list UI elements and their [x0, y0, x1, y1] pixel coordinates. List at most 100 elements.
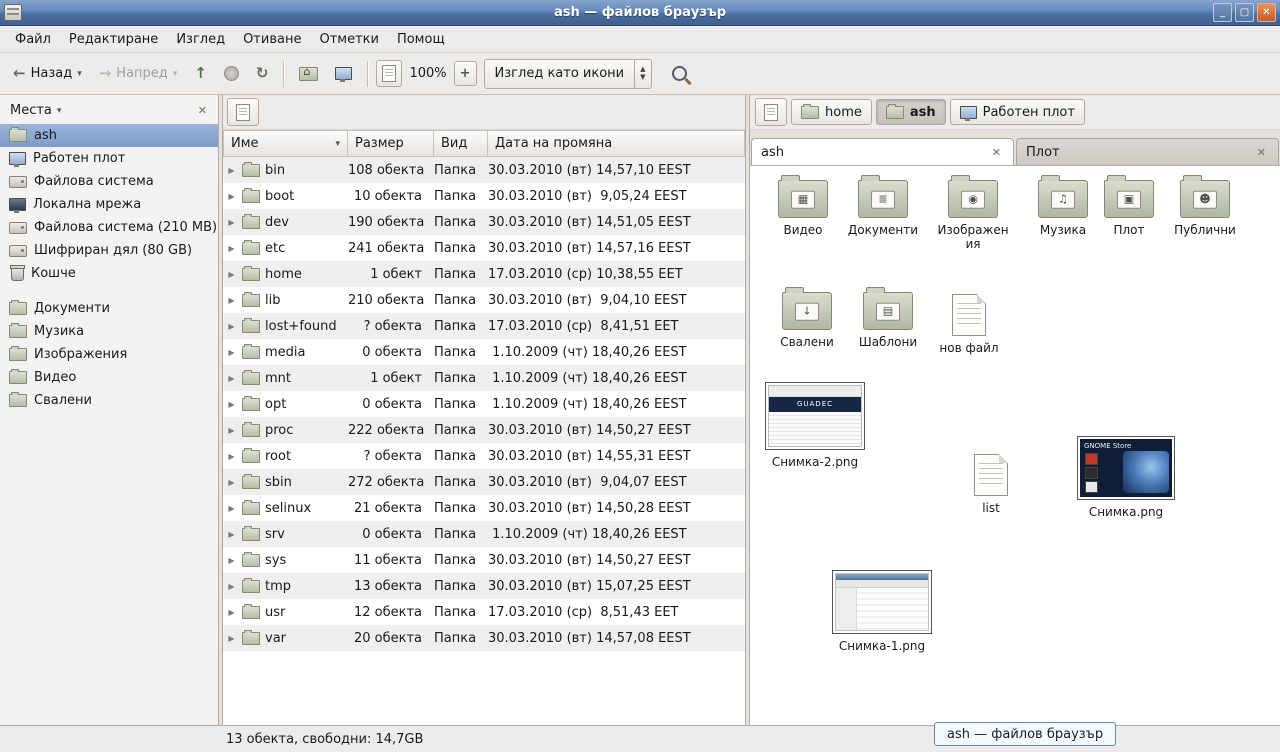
sidebar-item-файлова-система[interactable]: Файлова система: [0, 170, 218, 193]
expander-icon[interactable]: ▶: [226, 530, 237, 539]
list-item[interactable]: ≣Документи: [840, 180, 926, 237]
expander-icon[interactable]: ▶: [226, 426, 237, 435]
column-header-date[interactable]: Дата на промяна: [488, 130, 745, 157]
table-row[interactable]: ▶home1 обектПапка17.03.2010 (ср) 10,38,5…: [223, 261, 745, 287]
table-row[interactable]: ▶etc241 обектаПапка30.03.2010 (вт) 14,57…: [223, 235, 745, 261]
computer-button[interactable]: [328, 60, 359, 87]
zoom-in-button[interactable]: +: [454, 61, 477, 86]
breadcrumb-ash[interactable]: ash: [876, 99, 946, 125]
table-row[interactable]: ▶dev190 обектаПапка30.03.2010 (вт) 14,51…: [223, 209, 745, 235]
table-row[interactable]: ▶srv0 обектаПапка 1.10.2009 (чт) 18,40,2…: [223, 521, 745, 547]
tab-ash[interactable]: ash✕: [751, 138, 1014, 165]
places-close-icon[interactable]: ✕: [195, 103, 210, 118]
expander-icon[interactable]: ▶: [226, 348, 237, 357]
menu-item[interactable]: Помощ: [388, 28, 454, 51]
table-row[interactable]: ▶media0 обектаПапка 1.10.2009 (чт) 18,40…: [223, 339, 745, 365]
table-row[interactable]: ▶proc222 обектаПапка30.03.2010 (вт) 14,5…: [223, 417, 745, 443]
expander-icon[interactable]: ▶: [226, 166, 237, 175]
list-item[interactable]: ▣Плот: [1102, 180, 1156, 237]
tab-плот[interactable]: Плот✕: [1016, 138, 1279, 165]
expander-icon[interactable]: ▶: [226, 244, 237, 253]
expander-icon[interactable]: ▶: [226, 582, 237, 591]
column-header-type[interactable]: Вид: [434, 130, 488, 157]
column-header-size[interactable]: Размер: [348, 130, 434, 157]
list-item[interactable]: Снимка-1.png: [830, 570, 934, 653]
table-row[interactable]: ▶sbin272 обектаПапка30.03.2010 (вт) 9,04…: [223, 469, 745, 495]
table-row[interactable]: ▶selinux21 обектаПапка30.03.2010 (вт) 14…: [223, 495, 745, 521]
close-button[interactable]: ✕: [1257, 3, 1276, 22]
expander-icon[interactable]: ▶: [226, 218, 237, 227]
expander-icon[interactable]: ▶: [226, 634, 237, 643]
sidebar-item-ash[interactable]: ash: [0, 124, 218, 147]
up-button[interactable]: ↑: [187, 59, 214, 88]
table-row[interactable]: ▶boot10 обектаПапка30.03.2010 (вт) 9,05,…: [223, 183, 745, 209]
forward-button[interactable]: → Напред ▾: [92, 59, 185, 88]
table-row[interactable]: ▶root? обектаПапка30.03.2010 (вт) 14,55,…: [223, 443, 745, 469]
reload-button[interactable]: ↻: [249, 59, 276, 88]
zoom-out-button[interactable]: [376, 60, 402, 87]
back-button[interactable]: ← Назад ▾: [6, 59, 89, 88]
sidebar-item-кошче[interactable]: Кошче: [0, 262, 218, 285]
breadcrumb-работен-плот[interactable]: Работен плот: [950, 99, 1085, 125]
expander-icon[interactable]: ▶: [226, 400, 237, 409]
list-item[interactable]: ◉Изображения: [936, 180, 1010, 251]
sidebar-item-локална-мрежа[interactable]: Локална мрежа: [0, 193, 218, 216]
sidebar-item-видео[interactable]: Видео: [0, 366, 218, 389]
minimize-button[interactable]: _: [1213, 3, 1232, 22]
sidebar-item-шифриран-дял-80-gb-[interactable]: Шифриран дял (80 GB): [0, 239, 218, 262]
sidebar-item-изображения[interactable]: Изображения: [0, 343, 218, 366]
expander-icon[interactable]: ▶: [226, 270, 237, 279]
stop-button[interactable]: [217, 59, 246, 88]
list-item[interactable]: list: [960, 454, 1022, 515]
list-item[interactable]: ▦Видео: [770, 180, 836, 237]
view-mode-select[interactable]: Изглед като икони ▲▼: [484, 59, 652, 89]
table-row[interactable]: ▶mnt1 обектПапка 1.10.2009 (чт) 18,40,26…: [223, 365, 745, 391]
places-chevron-icon[interactable]: ▾: [57, 106, 62, 116]
view-mode-spinner-icon[interactable]: ▲▼: [634, 60, 650, 88]
expander-icon[interactable]: ▶: [226, 504, 237, 513]
list-item[interactable]: GNOME StoreСнимка.png: [1072, 436, 1180, 519]
back-history-chevron-icon[interactable]: ▾: [77, 69, 82, 79]
table-row[interactable]: ▶var20 обектаПапка30.03.2010 (вт) 14,57,…: [223, 625, 745, 651]
sidebar-item-работен-плот[interactable]: Работен плот: [0, 147, 218, 170]
table-row[interactable]: ▶bin108 обектаПапка30.03.2010 (вт) 14,57…: [223, 157, 745, 183]
menu-item[interactable]: Отметки: [310, 28, 387, 51]
location-toggle-button[interactable]: [227, 98, 259, 126]
sidebar-item-документи[interactable]: Документи: [0, 297, 218, 320]
menu-item[interactable]: Отиване: [234, 28, 310, 51]
expander-icon[interactable]: ▶: [226, 478, 237, 487]
table-row[interactable]: ▶opt0 обектаПапка 1.10.2009 (чт) 18,40,2…: [223, 391, 745, 417]
sidebar-item-свалени[interactable]: Свалени: [0, 389, 218, 412]
expander-icon[interactable]: ▶: [226, 452, 237, 461]
list-item[interactable]: нов файл: [936, 294, 1002, 355]
pathbar-root-button[interactable]: [755, 98, 787, 126]
tab-close-icon[interactable]: ✕: [989, 145, 1004, 160]
home-button[interactable]: [292, 60, 325, 88]
menu-item[interactable]: Изглед: [167, 28, 234, 51]
taskbar-window-button[interactable]: ash — файлов браузър: [934, 722, 1116, 746]
tab-close-icon[interactable]: ✕: [1254, 145, 1269, 160]
column-header-name[interactable]: Име ▾: [223, 130, 348, 157]
list-item[interactable]: ▤Шаблони: [852, 292, 924, 349]
menu-item[interactable]: Файл: [6, 28, 60, 51]
expander-icon[interactable]: ▶: [226, 374, 237, 383]
expander-icon[interactable]: ▶: [226, 322, 237, 331]
sidebar-item-музика[interactable]: Музика: [0, 320, 218, 343]
table-row[interactable]: ▶lib210 обектаПапка30.03.2010 (вт) 9,04,…: [223, 287, 745, 313]
expander-icon[interactable]: ▶: [226, 192, 237, 201]
expander-icon[interactable]: ▶: [226, 296, 237, 305]
menu-item[interactable]: Редактиране: [60, 28, 167, 51]
sidebar-item-файлова-система-210-mb-[interactable]: Файлова система (210 MB): [0, 216, 218, 239]
table-row[interactable]: ▶tmp13 обектаПапка30.03.2010 (вт) 15,07,…: [223, 573, 745, 599]
list-item[interactable]: GUADECСнимка-2.png: [764, 382, 866, 469]
list-item[interactable]: ↓Свалени: [774, 292, 840, 349]
expander-icon[interactable]: ▶: [226, 556, 237, 565]
table-row[interactable]: ▶sys11 обектаПапка30.03.2010 (вт) 14,50,…: [223, 547, 745, 573]
search-button[interactable]: [663, 57, 696, 90]
list-item[interactable]: ♫Музика: [1032, 180, 1094, 237]
maximize-button[interactable]: ▢: [1235, 3, 1254, 22]
breadcrumb-home[interactable]: home: [791, 99, 872, 125]
table-row[interactable]: ▶lost+found? обектаПапка17.03.2010 (ср) …: [223, 313, 745, 339]
table-row[interactable]: ▶usr12 обектаПапка17.03.2010 (ср) 8,51,4…: [223, 599, 745, 625]
expander-icon[interactable]: ▶: [226, 608, 237, 617]
